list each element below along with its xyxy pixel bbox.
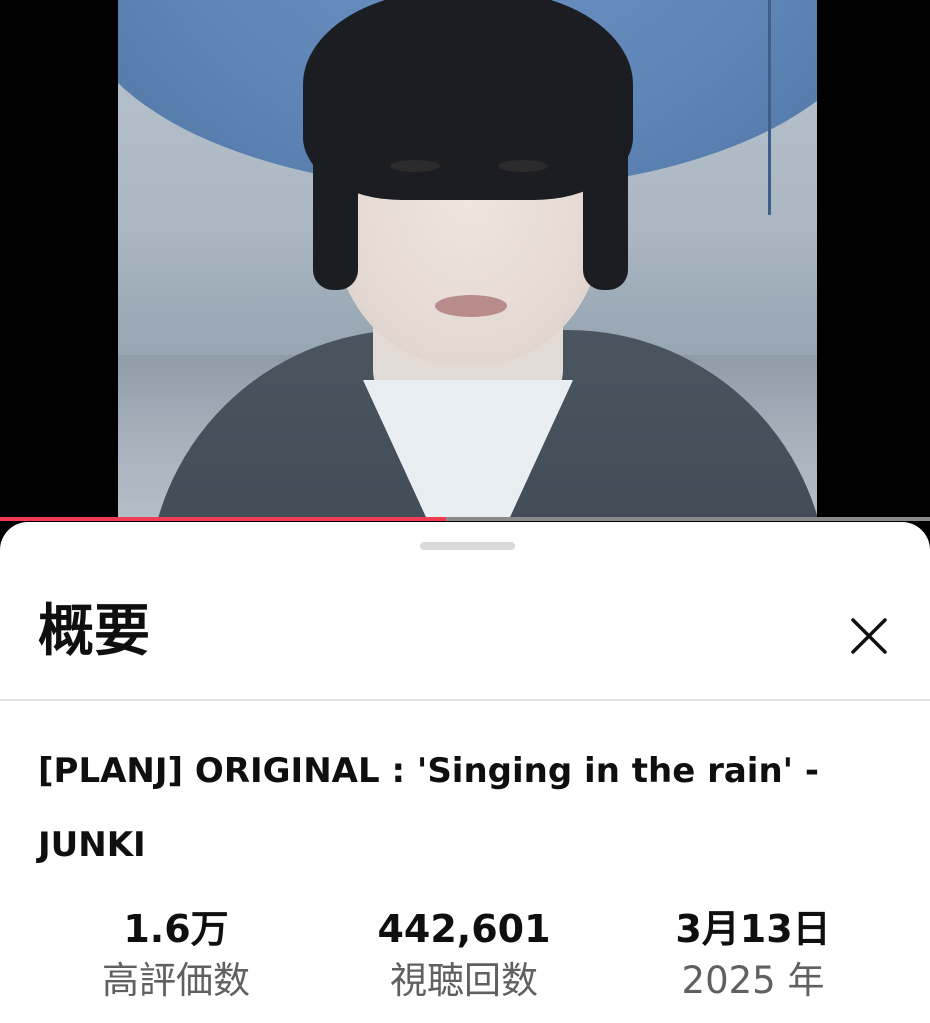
views-count: 442,601 [377, 907, 551, 951]
drag-handle[interactable] [420, 542, 515, 550]
lips [435, 295, 507, 317]
upload-year: 2025 年 [681, 959, 825, 1002]
umbrella-handle [768, 0, 771, 215]
progress-fill [0, 517, 447, 521]
sheet-title: 概要 [38, 599, 150, 664]
views-stat: 442,601 視聴回数 [314, 904, 614, 1008]
video-player[interactable] [0, 0, 930, 520]
left-eye [390, 160, 440, 172]
likes-stat: 1.6万 高評価数 [26, 904, 326, 1008]
upload-date: 3月13日 [675, 907, 831, 951]
likes-label: 高評価数 [102, 959, 250, 1002]
views-label: 視聴回数 [390, 959, 538, 1002]
divider [0, 699, 930, 701]
close-icon [851, 618, 887, 654]
video-title: [PLANJ] ORIGINAL : 'Singing in the rain'… [38, 751, 820, 865]
date-stat: 3月13日 2025 年 [603, 904, 903, 1008]
hair-left [313, 120, 358, 290]
likes-count: 1.6万 [123, 907, 229, 951]
hair-right [583, 120, 628, 290]
video-frame[interactable] [118, 0, 817, 518]
right-eye [498, 160, 548, 172]
close-button[interactable] [843, 610, 895, 662]
description-sheet: 概要 [PLANJ] ORIGINAL : 'Singing in the ra… [0, 522, 930, 1023]
progress-bar[interactable] [0, 517, 930, 521]
